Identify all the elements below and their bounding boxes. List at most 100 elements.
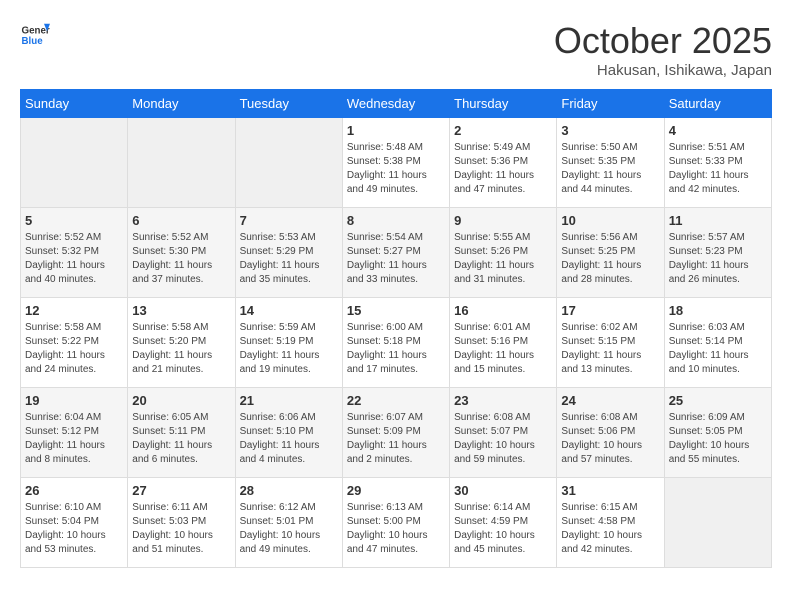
day-info: Sunrise: 5:53 AMSunset: 5:29 PMDaylight:…: [240, 231, 338, 287]
day-info: Sunrise: 6:01 AMSunset: 5:16 PMDaylight:…: [454, 321, 552, 377]
day-number: 16: [454, 303, 552, 318]
day-info: Sunrise: 5:58 AMSunset: 5:20 PMDaylight:…: [132, 321, 230, 377]
day-info: Sunrise: 6:09 AMSunset: 5:05 PMDaylight:…: [669, 411, 767, 467]
calendar-cell: 22 Sunrise: 6:07 AMSunset: 5:09 PMDayligh…: [342, 388, 449, 478]
calendar-cell: 31 Sunrise: 6:15 AMSunset: 4:58 PMDayligh…: [557, 478, 664, 568]
day-info: Sunrise: 6:02 AMSunset: 5:15 PMDaylight:…: [561, 321, 659, 377]
day-number: 22: [347, 393, 445, 408]
logo: General Blue: [20, 20, 50, 50]
day-info: Sunrise: 6:04 AMSunset: 5:12 PMDaylight:…: [25, 411, 123, 467]
calendar-cell: 29 Sunrise: 6:13 AMSunset: 5:00 PMDayligh…: [342, 478, 449, 568]
day-number: 1: [347, 123, 445, 138]
calendar-cell: 16 Sunrise: 6:01 AMSunset: 5:16 PMDayligh…: [450, 298, 557, 388]
calendar-cell: 12Sunrise: 5:58 AMSunset: 5:22 PMDayligh…: [21, 298, 128, 388]
calendar-cell: 6Sunrise: 5:52 AMSunset: 5:30 PMDaylight…: [128, 208, 235, 298]
calendar-cell: 3 Sunrise: 5:50 AMSunset: 5:35 PMDaylight…: [557, 118, 664, 208]
title-area: October 2025 Hakusan, Ishikawa, Japan: [554, 20, 772, 79]
day-number: 3: [561, 123, 659, 138]
calendar-cell: 10 Sunrise: 5:56 AMSunset: 5:25 PMDayligh…: [557, 208, 664, 298]
day-info: Sunrise: 5:52 AMSunset: 5:32 PMDaylight:…: [25, 231, 123, 287]
day-info: Sunrise: 5:55 AMSunset: 5:26 PMDaylight:…: [454, 231, 552, 287]
calendar-cell: 19 Sunrise: 6:04 AMSunset: 5:12 PMDayligh…: [21, 388, 128, 478]
day-info: Sunrise: 6:00 AMSunset: 5:18 PMDaylight:…: [347, 321, 445, 377]
day-info: Sunrise: 5:51 AMSunset: 5:33 PMDaylight:…: [669, 141, 767, 197]
header-day-friday: Friday: [557, 90, 664, 118]
day-number: 21: [240, 393, 338, 408]
header-day-sunday: Sunday: [21, 90, 128, 118]
calendar-week-row: 1 Sunrise: 5:48 AMSunset: 5:38 PMDaylight…: [21, 118, 772, 208]
month-title: October 2025: [554, 20, 772, 62]
header: General Blue October 2025 Hakusan, Ishik…: [20, 20, 772, 79]
day-number: 11: [669, 213, 767, 228]
day-info: Sunrise: 6:10 AMSunset: 5:04 PMDaylight:…: [25, 501, 123, 557]
day-number: 10: [561, 213, 659, 228]
day-info: Sunrise: 6:03 AMSunset: 5:14 PMDaylight:…: [669, 321, 767, 377]
calendar-cell: 20Sunrise: 6:05 AMSunset: 5:11 PMDayligh…: [128, 388, 235, 478]
day-info: Sunrise: 6:08 AMSunset: 5:06 PMDaylight:…: [561, 411, 659, 467]
day-info: Sunrise: 5:59 AMSunset: 5:19 PMDaylight:…: [240, 321, 338, 377]
calendar-cell: [664, 478, 771, 568]
day-number: 2: [454, 123, 552, 138]
calendar-cell: 18 Sunrise: 6:03 AMSunset: 5:14 PMDayligh…: [664, 298, 771, 388]
day-info: Sunrise: 6:14 AMSunset: 4:59 PMDaylight:…: [454, 501, 552, 557]
day-number: 13: [132, 303, 230, 318]
logo-icon: General Blue: [20, 20, 50, 50]
day-number: 8: [347, 213, 445, 228]
day-info: Sunrise: 6:15 AMSunset: 4:58 PMDaylight:…: [561, 501, 659, 557]
calendar-cell: 7 Sunrise: 5:53 AMSunset: 5:29 PMDaylight…: [235, 208, 342, 298]
day-number: 12: [25, 303, 123, 318]
header-day-saturday: Saturday: [664, 90, 771, 118]
day-number: 15: [347, 303, 445, 318]
calendar-cell: 9Sunrise: 5:55 AMSunset: 5:26 PMDaylight…: [450, 208, 557, 298]
calendar-table: SundayMondayTuesdayWednesdayThursdayFrid…: [20, 89, 772, 568]
day-number: 7: [240, 213, 338, 228]
day-number: 27: [132, 483, 230, 498]
header-day-tuesday: Tuesday: [235, 90, 342, 118]
calendar-cell: 26 Sunrise: 6:10 AMSunset: 5:04 PMDayligh…: [21, 478, 128, 568]
day-number: 29: [347, 483, 445, 498]
calendar-cell: 11 Sunrise: 5:57 AMSunset: 5:23 PMDayligh…: [664, 208, 771, 298]
day-number: 28: [240, 483, 338, 498]
day-number: 14: [240, 303, 338, 318]
day-info: Sunrise: 5:48 AMSunset: 5:38 PMDaylight:…: [347, 141, 445, 197]
day-info: Sunrise: 5:54 AMSunset: 5:27 PMDaylight:…: [347, 231, 445, 287]
day-number: 31: [561, 483, 659, 498]
header-day-monday: Monday: [128, 90, 235, 118]
day-info: Sunrise: 6:07 AMSunset: 5:09 PMDaylight:…: [347, 411, 445, 467]
day-number: 26: [25, 483, 123, 498]
calendar-header-row: SundayMondayTuesdayWednesdayThursdayFrid…: [21, 90, 772, 118]
calendar-cell: [235, 118, 342, 208]
day-info: Sunrise: 5:56 AMSunset: 5:25 PMDaylight:…: [561, 231, 659, 287]
day-number: 19: [25, 393, 123, 408]
day-number: 24: [561, 393, 659, 408]
day-info: Sunrise: 5:57 AMSunset: 5:23 PMDaylight:…: [669, 231, 767, 287]
calendar-cell: 25Sunrise: 6:09 AMSunset: 5:05 PMDayligh…: [664, 388, 771, 478]
svg-text:Blue: Blue: [22, 36, 44, 47]
calendar-cell: 30Sunrise: 6:14 AMSunset: 4:59 PMDayligh…: [450, 478, 557, 568]
calendar-cell: 1 Sunrise: 5:48 AMSunset: 5:38 PMDaylight…: [342, 118, 449, 208]
day-number: 5: [25, 213, 123, 228]
day-info: Sunrise: 5:49 AMSunset: 5:36 PMDaylight:…: [454, 141, 552, 197]
calendar-cell: 15 Sunrise: 6:00 AMSunset: 5:18 PMDayligh…: [342, 298, 449, 388]
calendar-cell: 28Sunrise: 6:12 AMSunset: 5:01 PMDayligh…: [235, 478, 342, 568]
day-number: 17: [561, 303, 659, 318]
day-info: Sunrise: 6:08 AMSunset: 5:07 PMDaylight:…: [454, 411, 552, 467]
day-number: 6: [132, 213, 230, 228]
day-number: 18: [669, 303, 767, 318]
calendar-cell: 8 Sunrise: 5:54 AMSunset: 5:27 PMDaylight…: [342, 208, 449, 298]
day-info: Sunrise: 5:50 AMSunset: 5:35 PMDaylight:…: [561, 141, 659, 197]
day-info: Sunrise: 6:13 AMSunset: 5:00 PMDaylight:…: [347, 501, 445, 557]
day-info: Sunrise: 6:06 AMSunset: 5:10 PMDaylight:…: [240, 411, 338, 467]
day-number: 4: [669, 123, 767, 138]
location: Hakusan, Ishikawa, Japan: [554, 62, 772, 79]
calendar-cell: 27Sunrise: 6:11 AMSunset: 5:03 PMDayligh…: [128, 478, 235, 568]
header-day-wednesday: Wednesday: [342, 90, 449, 118]
calendar-cell: 17 Sunrise: 6:02 AMSunset: 5:15 PMDayligh…: [557, 298, 664, 388]
calendar-cell: 21 Sunrise: 6:06 AMSunset: 5:10 PMDayligh…: [235, 388, 342, 478]
header-day-thursday: Thursday: [450, 90, 557, 118]
calendar-cell: [128, 118, 235, 208]
day-number: 20: [132, 393, 230, 408]
calendar-week-row: 5 Sunrise: 5:52 AMSunset: 5:32 PMDaylight…: [21, 208, 772, 298]
calendar-cell: [21, 118, 128, 208]
day-number: 23: [454, 393, 552, 408]
